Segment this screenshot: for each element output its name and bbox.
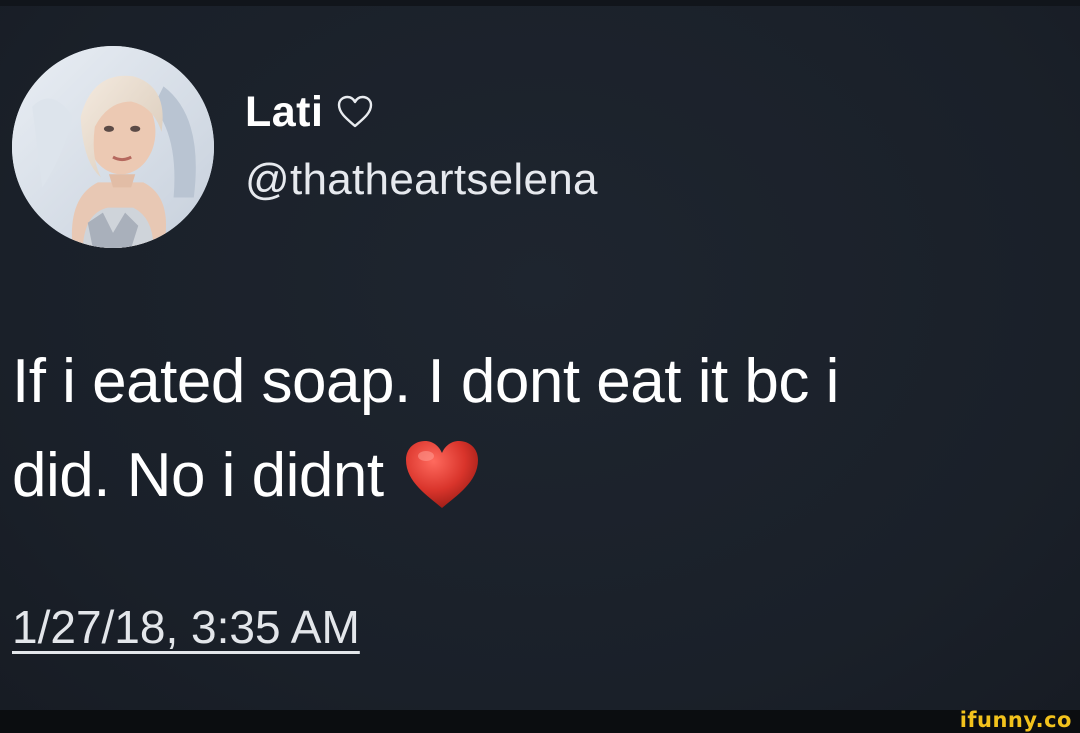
tweet-text-line-1: If i eated soap. I dont eat it bc i	[12, 347, 839, 416]
tweet-text-line-2-row: did. No i didnt	[12, 429, 1072, 523]
watermark-bar	[0, 710, 1080, 733]
red-heart-icon	[402, 438, 482, 510]
tweet-timestamp[interactable]: 1/27/18, 3:35 AM	[12, 600, 360, 654]
tweet-card: Lati @thatheartselena If i eated soap. I…	[0, 0, 1080, 710]
avatar-photo	[12, 46, 214, 248]
avatar[interactable]	[12, 46, 214, 248]
tweet-text-line-2: did. No i didnt	[12, 441, 384, 510]
display-name[interactable]: Lati	[245, 88, 323, 137]
user-handle[interactable]: @thatheartselena	[245, 155, 598, 205]
top-divider	[0, 0, 1080, 6]
display-name-row: Lati	[245, 84, 375, 140]
tweet-text: If i eated soap. I dont eat it bc i did.…	[12, 335, 1072, 523]
heart-outline-icon	[335, 92, 375, 132]
ifunny-watermark: ifunny.co	[959, 708, 1072, 732]
